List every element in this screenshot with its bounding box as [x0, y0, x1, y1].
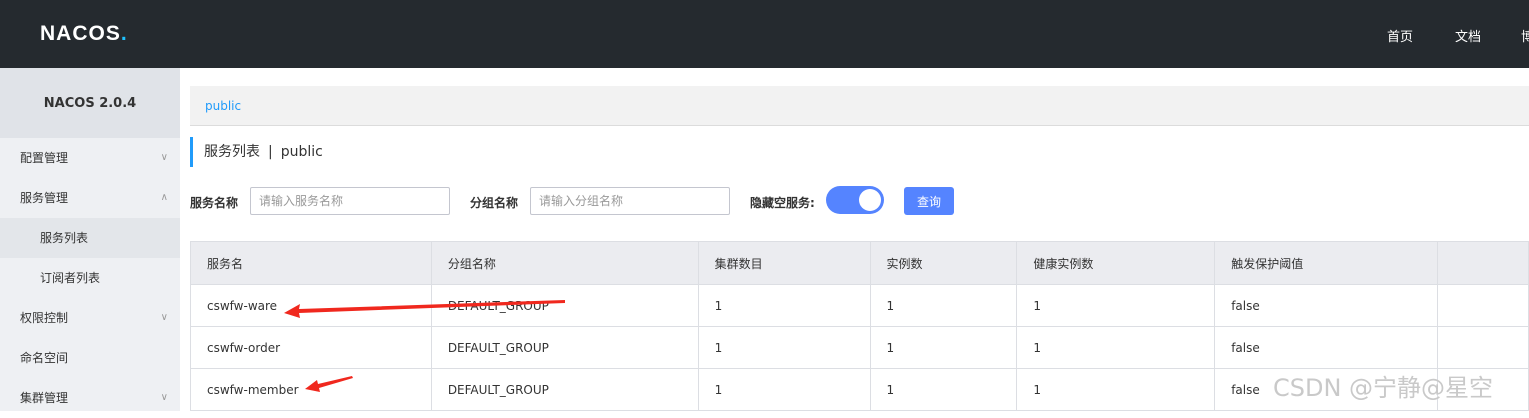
cell-group-name: DEFAULT_GROUP [430, 326, 699, 369]
nacos-logo[interactable]: NACOS. [40, 22, 128, 46]
service-name-label: 服务名称 [190, 196, 239, 210]
column-header-healthy-instance-count: 健康实例数 [1016, 241, 1216, 285]
column-header-instance-count: 实例数 [869, 241, 1018, 285]
cell-instance-count: 1 [869, 368, 1018, 411]
sidebar-item-subscriber-list[interactable]: 订阅者列表 [0, 258, 180, 298]
sidebar-version: NACOS 2.0.4 [0, 68, 180, 138]
query-button[interactable]: 查询 [904, 187, 954, 215]
sidebar-item-label: 服务列表 [40, 231, 89, 245]
column-header-cluster-count: 集群数目 [697, 241, 871, 285]
cell-service-name: cswfw-order [190, 326, 432, 369]
table-row: cswfw-order DEFAULT_GROUP 1 1 1 false [190, 326, 1529, 369]
sidebar-item-service-list[interactable]: 服务列表 [0, 218, 180, 258]
breadcrumb-namespace[interactable]: public [205, 99, 241, 113]
table-header-row: 服务名 分组名称 集群数目 实例数 健康实例数 触发保护阈值 [190, 241, 1529, 285]
logo-text: NACOS [40, 22, 121, 45]
chevron-down-icon: ∨ [160, 152, 168, 163]
cell-cluster-count: 1 [697, 284, 871, 327]
sidebar-item-namespace[interactable]: 命名空间 [0, 338, 180, 378]
group-name-label: 分组名称 [470, 196, 519, 210]
cell-protect-threshold: false [1214, 326, 1439, 369]
sidebar-item-label: 服务管理 [20, 191, 69, 205]
sidebar: NACOS 2.0.4 配置管理 ∨ 服务管理 ∧ 服务列表 订阅者列表 权限控… [0, 68, 180, 411]
cell-actions [1437, 284, 1529, 327]
cell-healthy-instance-count: 1 [1016, 284, 1216, 327]
top-navbar: NACOS. 首页 文档 博 [0, 0, 1529, 68]
table-row: cswfw-ware DEFAULT_GROUP 1 1 1 false [190, 284, 1529, 327]
page-title: 服务列表 | public [190, 137, 323, 167]
sidebar-item-service-management[interactable]: 服务管理 ∧ [0, 178, 180, 218]
breadcrumb: public [190, 86, 1529, 126]
chevron-down-icon: ∨ [160, 312, 168, 323]
sidebar-item-label: 订阅者列表 [40, 271, 101, 285]
cell-cluster-count: 1 [697, 326, 871, 369]
cell-healthy-instance-count: 1 [1016, 326, 1216, 369]
sidebar-item-label: 权限控制 [20, 311, 69, 325]
hide-empty-services-toggle[interactable] [826, 186, 884, 214]
page-title-namespace: public [280, 144, 323, 160]
cell-group-name: DEFAULT_GROUP [430, 368, 699, 411]
sidebar-item-cluster-management[interactable]: 集群管理 ∨ [0, 378, 180, 418]
sidebar-item-label: 配置管理 [20, 151, 69, 165]
column-header-service-name: 服务名 [190, 241, 432, 285]
column-header-protect-threshold: 触发保护阈值 [1214, 241, 1439, 285]
sidebar-item-access-control[interactable]: 权限控制 ∨ [0, 298, 180, 338]
hide-empty-services-label: 隐藏空服务: [750, 196, 815, 210]
nav-docs[interactable]: 文档 [1455, 26, 1481, 45]
sidebar-item-label: 集群管理 [20, 391, 69, 405]
cell-service-name: cswfw-member [190, 368, 432, 411]
cell-instance-count: 1 [869, 326, 1018, 369]
cell-cluster-count: 1 [697, 368, 871, 411]
csdn-watermark: CSDN @宁静@星空 [1273, 374, 1494, 402]
chevron-down-icon: ∨ [160, 392, 168, 403]
chevron-up-icon: ∧ [160, 192, 168, 203]
cell-service-name: cswfw-ware [190, 284, 432, 327]
cell-group-name: DEFAULT_GROUP [430, 284, 699, 327]
cell-protect-threshold: false [1214, 284, 1439, 327]
page-title-separator: | [268, 144, 273, 160]
cell-actions [1437, 326, 1529, 369]
column-header-actions [1437, 241, 1529, 285]
cell-instance-count: 1 [869, 284, 1018, 327]
cell-healthy-instance-count: 1 [1016, 368, 1216, 411]
logo-dot: . [120, 22, 128, 45]
service-name-input[interactable] [250, 187, 450, 215]
nav-home[interactable]: 首页 [1387, 26, 1413, 45]
column-header-group-name: 分组名称 [430, 241, 699, 285]
group-name-input[interactable] [530, 187, 730, 215]
sidebar-item-config-management[interactable]: 配置管理 ∨ [0, 138, 180, 178]
sidebar-item-label: 命名空间 [20, 351, 69, 365]
page-title-text: 服务列表 [204, 144, 260, 160]
nav-blog[interactable]: 博 [1521, 26, 1529, 45]
toggle-knob [859, 189, 881, 211]
